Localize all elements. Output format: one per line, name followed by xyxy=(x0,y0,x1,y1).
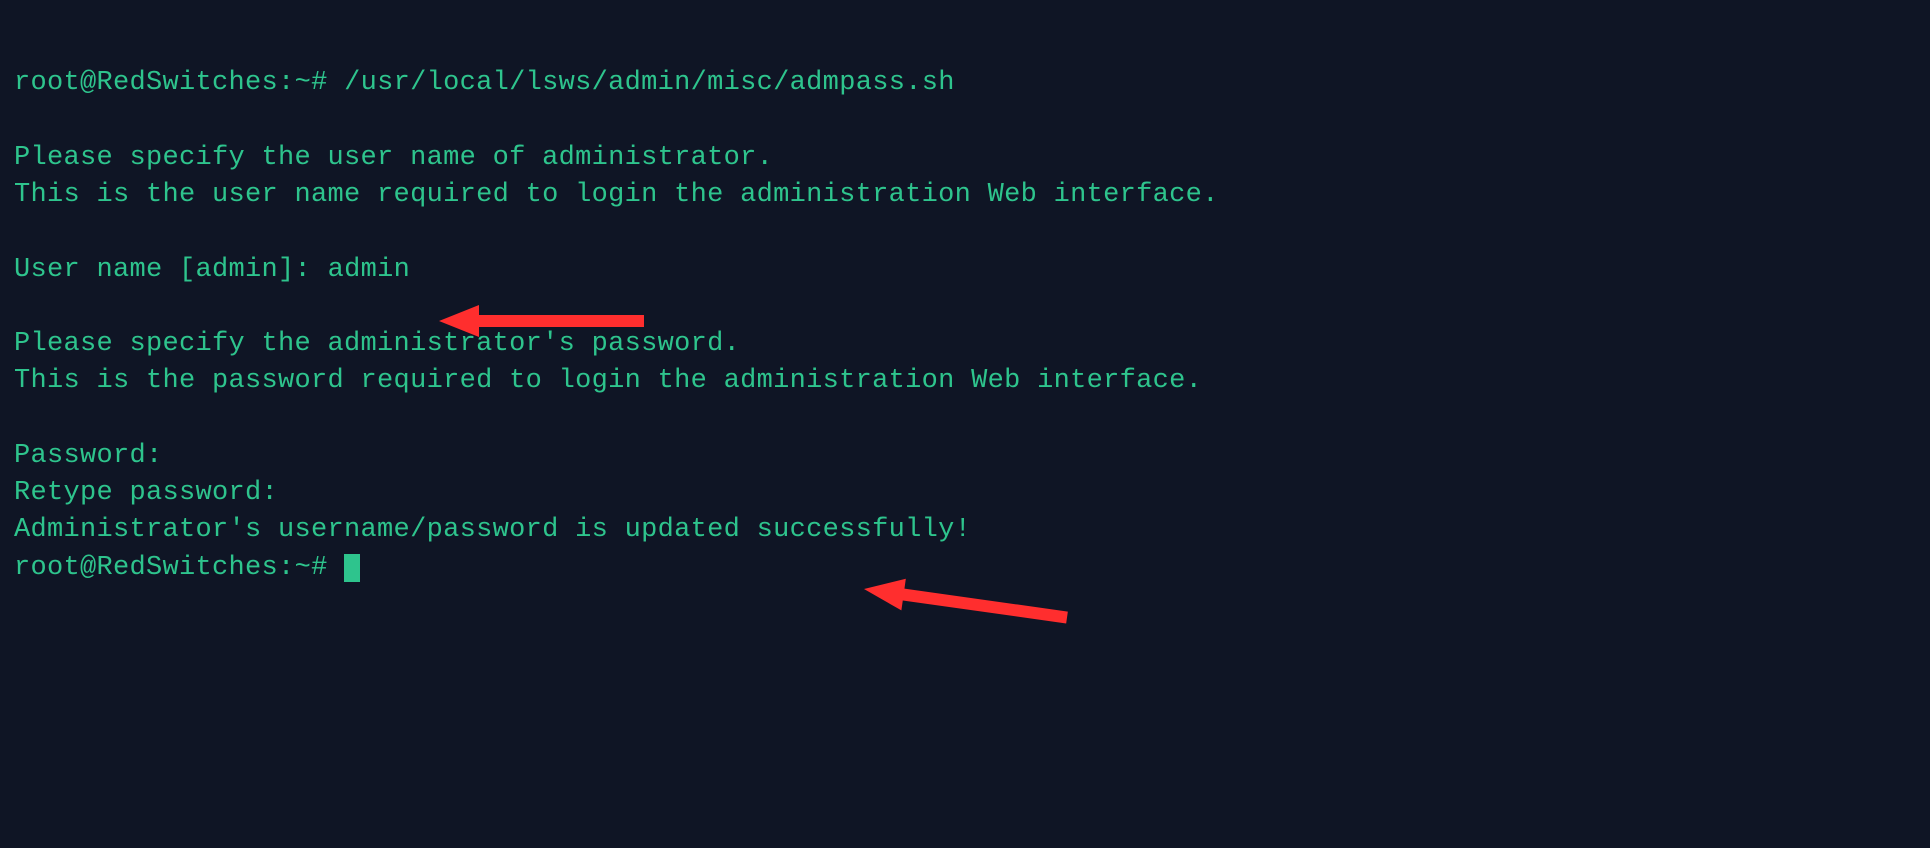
command-text: /usr/local/lsws/admin/misc/admpass.sh xyxy=(344,68,955,98)
terminal[interactable]: root@RedSwitches:~# /usr/local/lsws/admi… xyxy=(14,28,1916,736)
retype-password-prompt[interactable]: Retype password: xyxy=(14,478,278,508)
cursor-block-icon xyxy=(344,554,360,582)
prompt-hash: # xyxy=(311,68,328,98)
output-specify-username: Please specify the user name of administ… xyxy=(14,143,773,173)
success-message: Administrator's username/password is upd… xyxy=(14,515,971,545)
username-input-value[interactable]: admin xyxy=(328,255,411,285)
prompt-path: ~ xyxy=(295,68,312,98)
prompt-user-host-2: root@RedSwitches xyxy=(14,553,278,583)
password-prompt[interactable]: Password: xyxy=(14,441,163,471)
prompt-sep: : xyxy=(278,68,295,98)
output-specify-password: Please specify the administrator's passw… xyxy=(14,329,740,359)
output-username-desc: This is the user name required to login … xyxy=(14,180,1219,210)
output-password-desc: This is the password required to login t… xyxy=(14,366,1202,396)
prompt-line-2[interactable]: root@RedSwitches:~# xyxy=(14,553,360,583)
prompt-line-1: root@RedSwitches:~# /usr/local/lsws/admi… xyxy=(14,68,955,98)
prompt-path-2: ~ xyxy=(295,553,312,583)
prompt-hash-2: # xyxy=(311,553,328,583)
prompt-user-host: root@RedSwitches xyxy=(14,68,278,98)
username-input-line: User name [admin]: admin xyxy=(14,255,410,285)
username-prompt-label: User name [admin]: xyxy=(14,255,328,285)
red-arrow-left-angled-icon xyxy=(864,569,1074,629)
prompt-sep-2: : xyxy=(278,553,295,583)
